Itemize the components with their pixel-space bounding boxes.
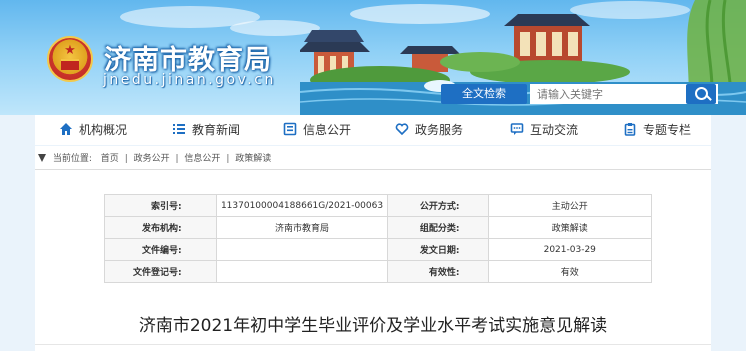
table-row: 发布机构: 济南市教育局 组配分类: 政策解读 [104,216,652,239]
nav-item-label: 信息公开 [303,123,352,137]
divider [35,344,711,345]
site-domain: jnedu.jinan.gov.cn [103,72,276,88]
table-cell-key: 索引号: [104,194,217,217]
table-row: 索引号: 11370100004188661G/2021-00063 公开方式:… [104,194,652,217]
table-cell-value: 济南市教育局 [215,216,389,239]
table-cell-key: 组配分类: [387,216,489,239]
table-cell-value: 政策解读 [487,216,652,239]
location-pin-icon [38,154,46,162]
breadcrumb-separator: | [175,154,179,164]
table-cell-key: 发布机构: [104,216,217,239]
table-cell-key: 发文日期: [387,238,489,261]
home-icon [60,123,72,135]
breadcrumb-home[interactable]: 首页 [101,154,119,164]
breadcrumb-separator: | [226,154,230,164]
breadcrumb-info-disclosure[interactable]: 信息公开 [184,154,220,164]
nav-item-label: 互动交流 [530,123,579,137]
table-cell-key: 文件登记号: [104,260,217,283]
breadcrumb-gov-affairs[interactable]: 政务公开 [134,154,170,164]
search-submit-button[interactable] [686,84,716,104]
list-icon [173,124,185,134]
document-metadata-table: 索引号: 11370100004188661G/2021-00063 公开方式:… [104,194,652,283]
nav-item-news[interactable]: 教育新闻 [172,115,240,145]
table-cell-value: 2021-03-29 [487,238,652,261]
nav-item-services[interactable]: 政务服务 [395,115,463,145]
clipboard-icon [624,123,636,136]
search-bar: 全文检索 [441,84,718,104]
site-header: ★ 济南市教育局 jnedu.jinan.gov.cn 全文检索 [0,0,746,115]
nav-item-topics[interactable]: 专题专栏 [623,115,691,145]
heart-icon [395,123,409,136]
nav-item-label: 机构概况 [79,123,128,137]
table-cell-value: 11370100004188661G/2021-00063 [215,194,389,217]
nav-item-label: 教育新闻 [192,123,241,137]
divider [35,169,711,170]
table-row: 文件编号: 发文日期: 2021-03-29 [104,238,652,261]
table-row: 文件登记号: 有效性: 有效 [104,260,652,283]
breadcrumb-prefix: 当前位置: [52,154,92,164]
table-cell-key: 文件编号: [104,238,217,261]
nav-item-label: 政务服务 [415,123,464,137]
nav-item-interaction[interactable]: 互动交流 [510,115,578,145]
table-cell-value: 主动公开 [487,194,652,217]
nav-item-disclosure[interactable]: 信息公开 [283,115,351,145]
article-title: 济南市2021年初中学生毕业评价及学业水平考试实施意见解读 [138,316,608,336]
document-icon [283,122,297,136]
table-cell-value [215,238,389,261]
breadcrumb-policy-interpretation[interactable]: 政策解读 [235,154,271,164]
breadcrumb: 当前位置: 首页 | 政务公开 | 信息公开 | 政策解读 [35,150,271,168]
table-cell-value: 有效 [487,260,652,283]
breadcrumb-separator: | [124,154,128,164]
table-cell-key: 公开方式: [387,194,489,217]
main-nav: 机构概况 教育新闻 信息公开 政务服务 互动交流 专题专栏 [35,115,711,145]
nav-item-about[interactable]: 机构概况 [59,115,127,145]
search-scope-button[interactable]: 全文检索 [441,84,527,104]
table-cell-value [215,260,389,283]
table-cell-key: 有效性: [387,260,489,283]
national-emblem-logo: ★ [47,36,93,82]
chat-icon [510,123,524,135]
content-panel: 当前位置: 首页 | 政务公开 | 信息公开 | 政策解读 索引号: 11370… [35,146,711,351]
nav-item-label: 专题专栏 [643,123,692,137]
